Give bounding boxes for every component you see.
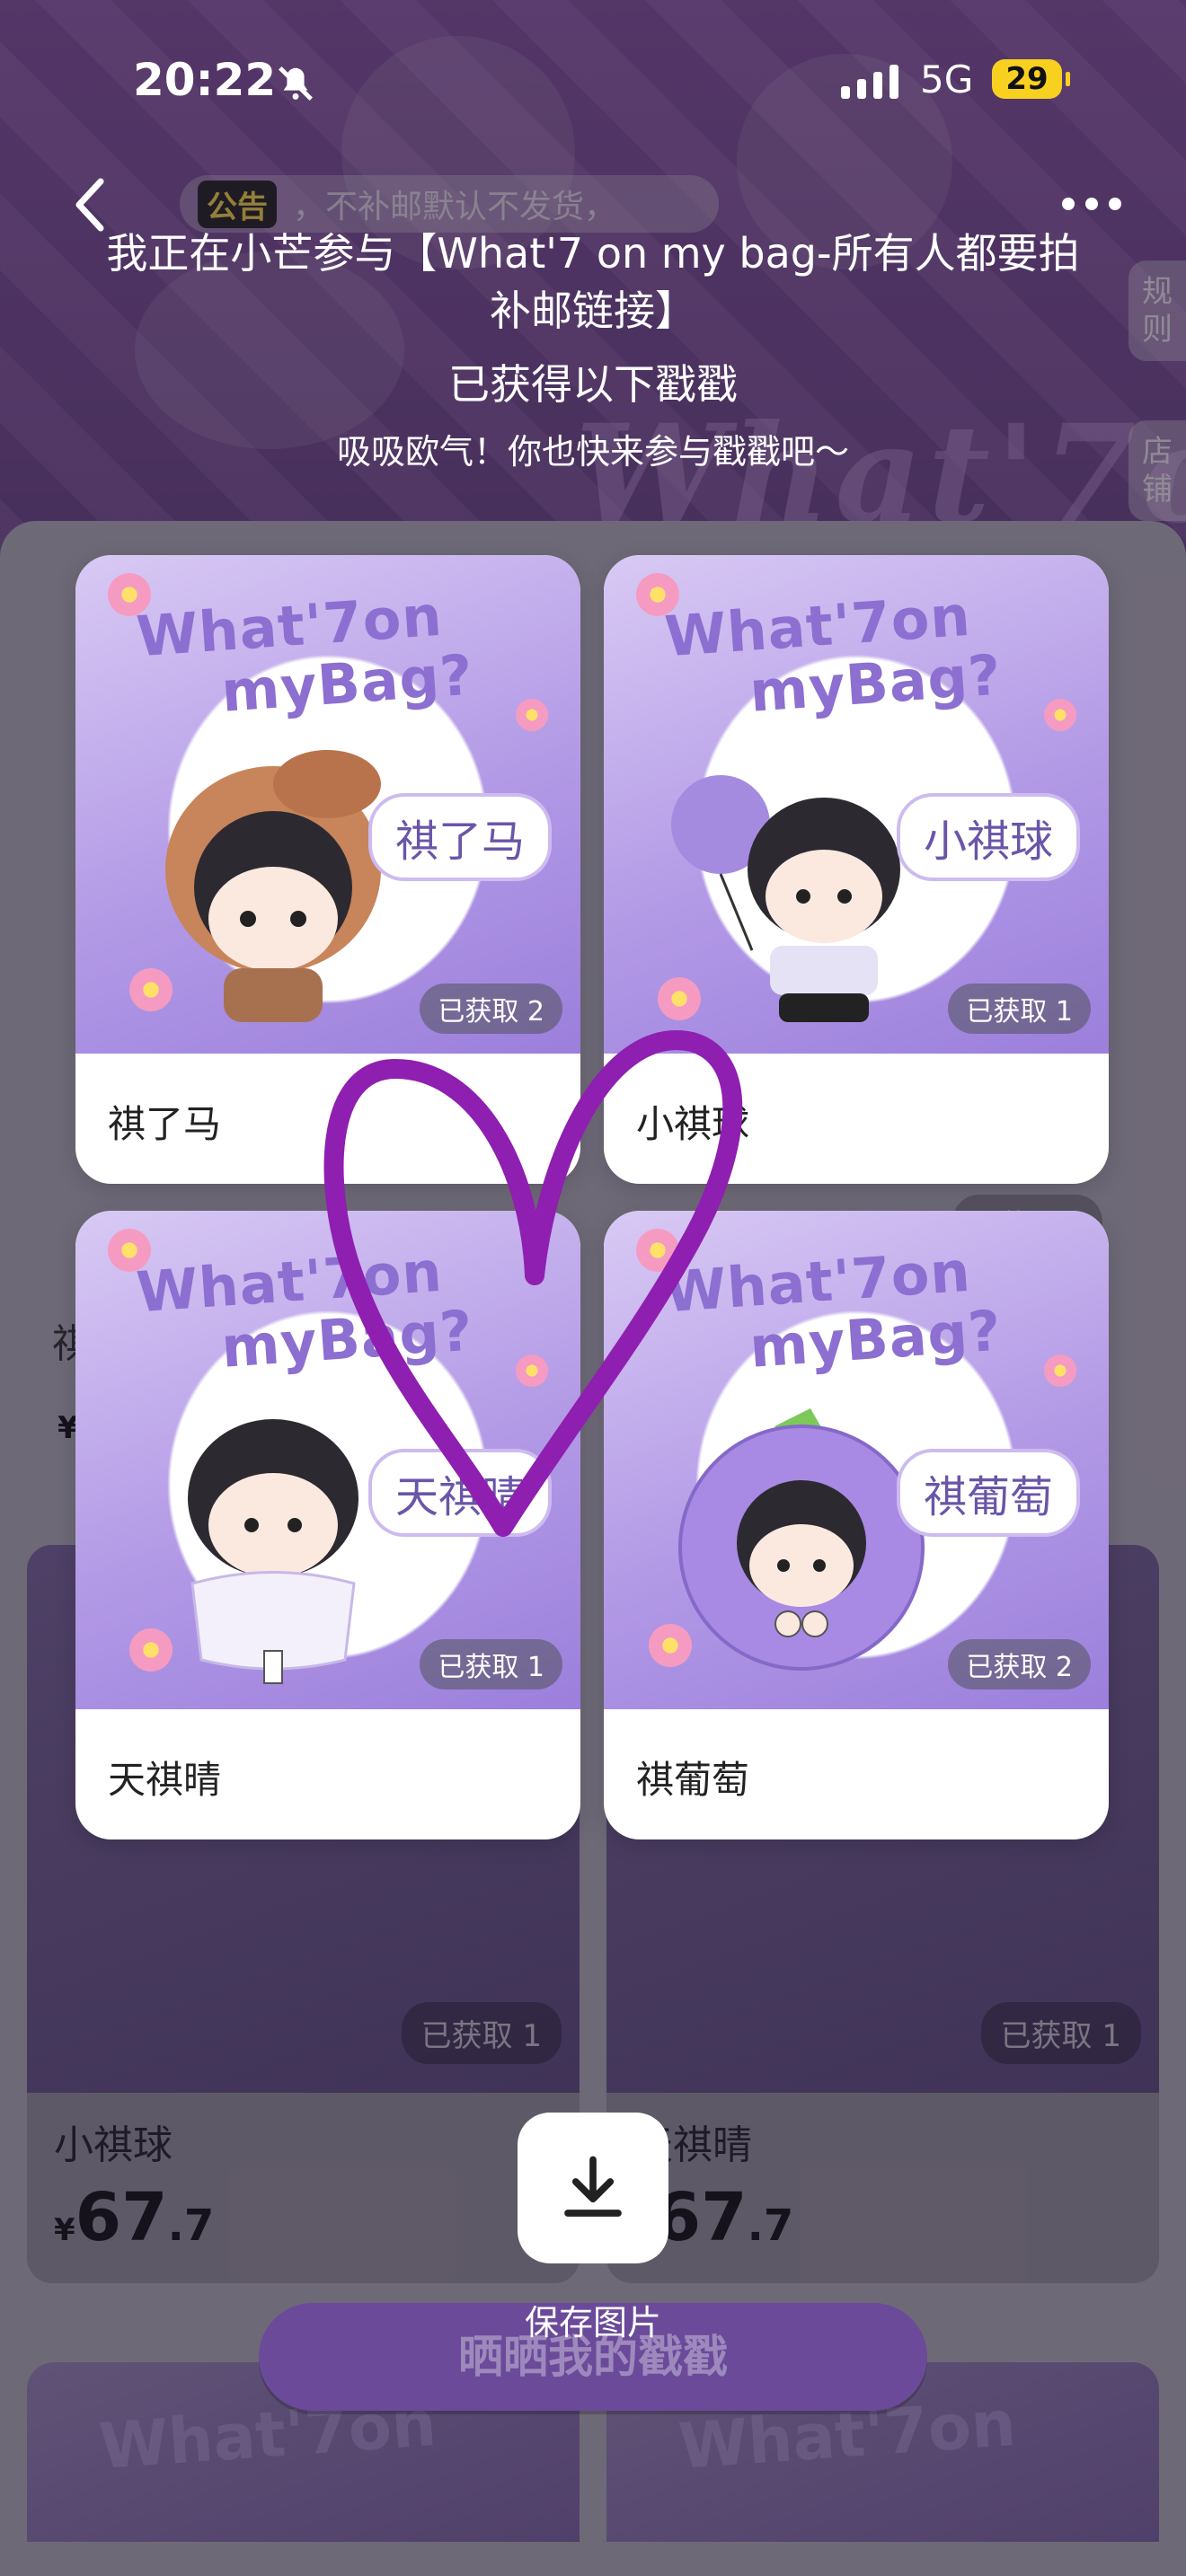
card-art: What'7on myBag? 祺了马 已获取 2	[75, 555, 580, 1054]
balloon-icon	[671, 775, 900, 1022]
download-icon	[564, 2156, 622, 2217]
status-time: 20:22	[133, 54, 277, 106]
save-image-label: 保存图片	[524, 2303, 661, 2342]
network-type: 5G	[920, 57, 974, 101]
share-title: 我正在小芒参与【What'7 on my bag-所有人都要拍补邮链接】	[106, 229, 1080, 335]
card-tag: 祺葡萄	[896, 1449, 1080, 1537]
battery-icon: 29	[992, 59, 1070, 99]
card-name: 祺葡萄	[636, 1758, 750, 1802]
card-art-title: What'7on myBag?	[662, 582, 1004, 725]
more-icon[interactable]	[1062, 198, 1121, 210]
signal-icon	[841, 63, 898, 99]
obtained-count-badge: 已获取 2	[948, 1639, 1091, 1689]
status-bar: 20:22 5G 29	[0, 54, 1186, 117]
card-art-title: What'7on myBag?	[134, 582, 475, 725]
card-tag: 祺了马	[367, 793, 552, 881]
share-subtitle: 已获得以下戳戳	[448, 360, 738, 409]
share-tagline: 吸吸欧气！你也快来参与戳戳吧～	[336, 432, 849, 472]
obtained-count-badge: 已获取 1	[948, 984, 1091, 1034]
obtained-count-badge: 已获取 1	[420, 1639, 562, 1689]
save-image-button[interactable]	[518, 2113, 668, 2263]
back-icon[interactable]	[72, 178, 108, 232]
horse-hood-icon	[165, 750, 381, 1022]
card-name: 天祺晴	[108, 1758, 222, 1802]
bell-mute-icon	[279, 66, 313, 101]
card-tag: 小祺球	[896, 793, 1080, 881]
card-name: 祺了马	[108, 1102, 222, 1146]
card-art: What'7on myBag? 小祺球 已获取 1	[604, 555, 1109, 1054]
heart-doodle-icon	[323, 1030, 743, 1537]
